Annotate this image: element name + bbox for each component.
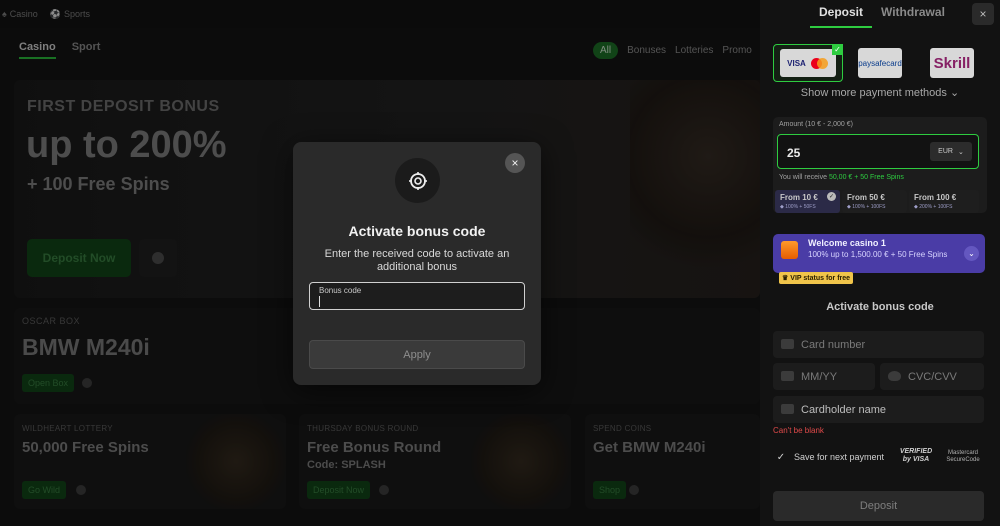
text-caret bbox=[319, 296, 320, 307]
payment-method-visa-mastercard[interactable]: VISA ✓ bbox=[773, 44, 843, 82]
bonus-code-label: Bonus code bbox=[319, 286, 362, 295]
save-payment-label: Save for next payment bbox=[794, 452, 885, 462]
calendar-icon bbox=[781, 371, 794, 381]
apply-button[interactable]: Apply bbox=[309, 340, 525, 369]
modal-description: Enter the received code to activate an a… bbox=[324, 248, 510, 273]
save-payment-checkbox[interactable]: ✓ bbox=[775, 451, 787, 463]
mastercard-icon bbox=[810, 57, 829, 69]
verified-by-visa-logo: VERIFIED by VISA bbox=[899, 448, 933, 463]
amount-label: Amount (10 € - 2,000 €) bbox=[779, 121, 853, 128]
tab-withdrawal[interactable]: Withdrawal bbox=[881, 5, 945, 19]
welcome-bonus-selector[interactable]: Welcome casino 1 100% up to 1,500.00 € +… bbox=[773, 234, 985, 273]
gem-icon: ◆ 100% + 50FS bbox=[780, 204, 816, 210]
selected-check-icon: ✓ bbox=[832, 44, 843, 55]
close-icon: × bbox=[979, 7, 987, 21]
vip-badge: ♛ VIP status for free bbox=[779, 272, 854, 284]
tab-deposit[interactable]: Deposit bbox=[819, 5, 863, 19]
app-root: ♠ Casino ⚽ Sports Casino Sport All Bonuses… bbox=[0, 0, 1000, 526]
validation-error: Can't be blank bbox=[773, 426, 824, 435]
id-card-icon bbox=[781, 404, 794, 414]
card-number-input[interactable]: Card number bbox=[773, 331, 984, 358]
chevron-down-icon: ⌄ bbox=[957, 148, 964, 156]
modal-title: Activate bonus code bbox=[348, 223, 486, 239]
receive-value: 50,00 € + 50 Free Spins bbox=[828, 174, 904, 181]
modal-close-button[interactable]: × bbox=[505, 153, 525, 173]
amount-section: Amount (10 € - 2,000 €) 25 EUR ⌄ You will… bbox=[773, 117, 987, 213]
payment-method-skrill[interactable]: Skrill bbox=[917, 44, 987, 82]
bonus-code-modal: × Activate bonus code Enter the received… bbox=[293, 142, 541, 385]
selected-check-icon: ✓ bbox=[827, 192, 836, 201]
card-icon bbox=[781, 339, 794, 349]
chevron-down-icon: ⌄ bbox=[949, 87, 960, 99]
panel-close-button[interactable]: × bbox=[972, 3, 994, 25]
bonus-chip-10[interactable]: From 10 € ◆ 100% + 50FS ✓ bbox=[775, 190, 840, 213]
bonus-chip-50[interactable]: From 50 € ◆ 100% + 100FS bbox=[842, 190, 907, 213]
paysafecard-logo: paysafecard bbox=[858, 48, 902, 78]
deposit-panel: Deposit Withdrawal × VISA ✓ paysafecard … bbox=[760, 0, 1000, 526]
bonus-chip-100[interactable]: From 100 € ◆ 200% + 100FS bbox=[909, 190, 979, 213]
currency-select[interactable]: EUR ⌄ bbox=[930, 142, 972, 161]
receive-summary: You will receive 50,00 € + 50 Free Spins bbox=[779, 174, 904, 181]
shield-icon bbox=[888, 371, 901, 381]
mastercard-securecode-logo: Mastercard SecureCode bbox=[946, 450, 980, 463]
cvc-input[interactable]: CVC/CVV bbox=[880, 363, 984, 390]
welcome-bonus-subtitle: 100% up to 1,500.00 € + 50 Free Spins bbox=[808, 250, 948, 259]
crown-icon: ♛ bbox=[782, 275, 789, 282]
show-more-methods-link[interactable]: Show more payment methods ⌄ bbox=[760, 86, 1000, 99]
welcome-bonus-title: Welcome casino 1 bbox=[808, 238, 886, 248]
chevron-down-icon[interactable]: ⌄ bbox=[964, 246, 979, 261]
gem-icon: ◆ 100% + 100FS bbox=[847, 204, 886, 210]
amount-input[interactable]: 25 EUR ⌄ bbox=[777, 134, 979, 169]
cardholder-name-input[interactable]: Cardholder name bbox=[773, 396, 984, 423]
gift-icon bbox=[781, 241, 798, 259]
skrill-logo: Skrill bbox=[930, 48, 974, 78]
visa-mastercard-logo: VISA bbox=[780, 49, 836, 77]
panel-tabs: Deposit Withdrawal bbox=[760, 0, 1000, 28]
close-icon: × bbox=[511, 156, 519, 170]
bonus-code-input[interactable]: Bonus code bbox=[309, 282, 525, 310]
deposit-button[interactable]: Deposit bbox=[773, 491, 984, 521]
activate-bonus-code-link[interactable]: Activate bonus code bbox=[760, 301, 1000, 313]
expiry-input[interactable]: MM/YY bbox=[773, 363, 875, 390]
active-tab-indicator bbox=[810, 26, 872, 28]
bonus-target-icon bbox=[395, 158, 440, 203]
amount-value: 25 bbox=[787, 146, 801, 160]
gem-icon: ◆ 200% + 100FS bbox=[914, 204, 953, 210]
payment-method-paysafecard[interactable]: paysafecard bbox=[845, 44, 915, 82]
